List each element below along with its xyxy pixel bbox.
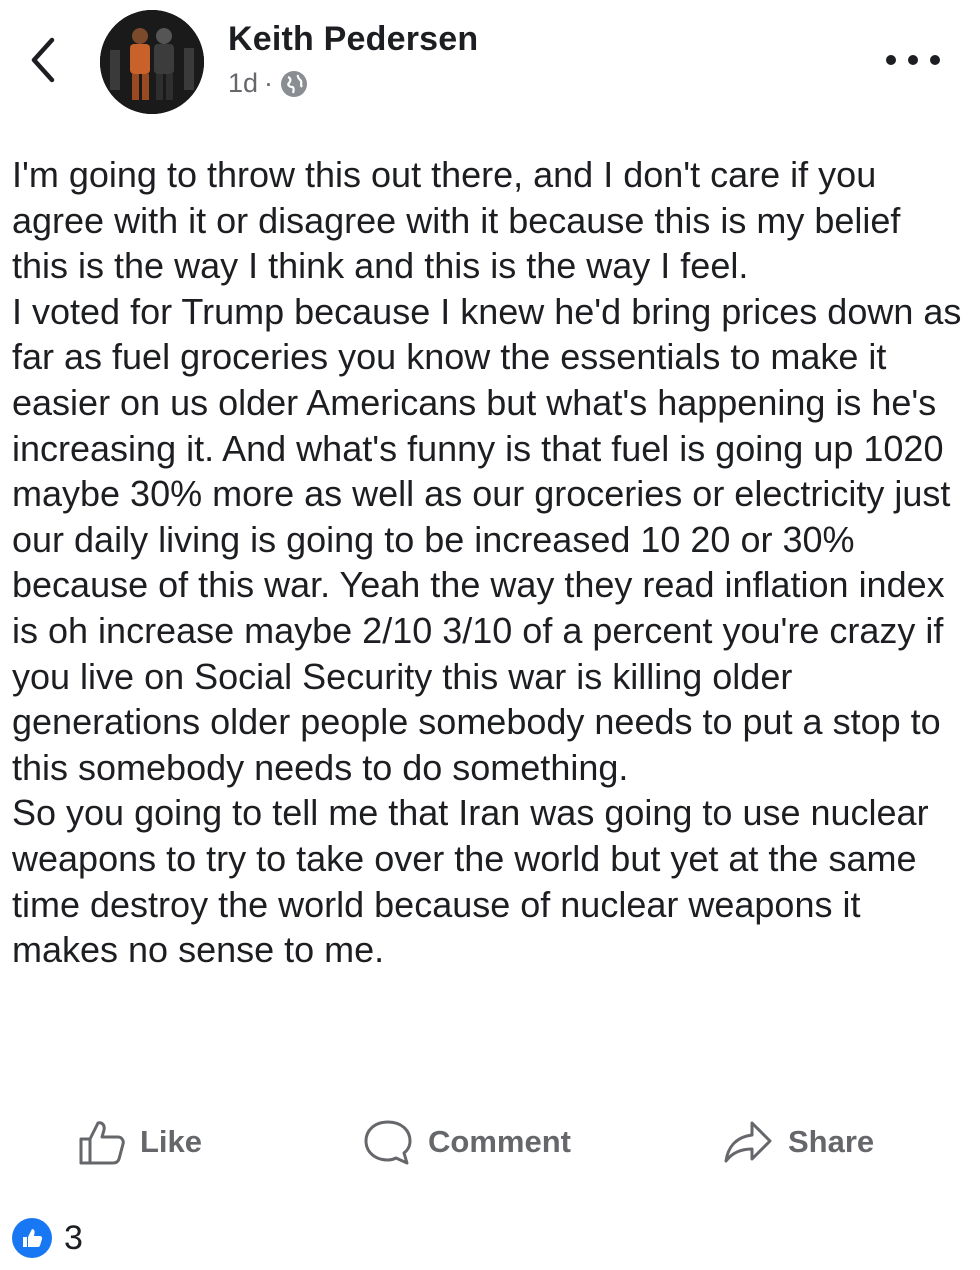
like-reaction-icon	[12, 1218, 52, 1258]
comment-label: Comment	[428, 1124, 571, 1159]
comment-bubble-icon	[364, 1120, 412, 1165]
reaction-count: 3	[64, 1218, 83, 1257]
action-bar: Like Comment Share	[0, 1110, 980, 1174]
more-options-button[interactable]	[886, 42, 940, 78]
more-dot-icon	[908, 55, 918, 65]
meta-separator: ·	[264, 68, 274, 98]
reactions-summary[interactable]: 3	[12, 1218, 83, 1258]
like-button[interactable]: Like	[76, 1110, 202, 1174]
post-body: I'm going to throw this out there, and I…	[12, 152, 962, 973]
more-dot-icon	[886, 55, 896, 65]
thumbs-up-icon	[79, 1121, 125, 1165]
post-paragraph: I voted for Trump because I knew he'd br…	[12, 290, 962, 788]
share-label: Share	[788, 1124, 875, 1159]
like-label: Like	[140, 1124, 203, 1159]
avatar[interactable]	[100, 10, 204, 114]
share-button[interactable]: Share	[722, 1110, 874, 1174]
chevron-left-icon	[31, 37, 55, 83]
post-paragraph: I'm going to throw this out there, and I…	[12, 154, 901, 287]
post-screen: Keith Pedersen 1d · I'm going to throw t…	[0, 0, 980, 1270]
globe-icon	[281, 70, 308, 97]
avatar-image	[100, 10, 204, 114]
post-time[interactable]: 1d	[228, 68, 258, 99]
more-dot-icon	[930, 55, 940, 65]
author-name[interactable]: Keith Pedersen	[228, 20, 478, 59]
post-meta: 1d ·	[228, 68, 309, 99]
post-paragraph: So you going to tell me that Iran was go…	[12, 792, 929, 971]
share-arrow-icon	[724, 1121, 772, 1163]
comment-button[interactable]: Comment	[362, 1110, 571, 1174]
back-button[interactable]	[18, 30, 68, 90]
